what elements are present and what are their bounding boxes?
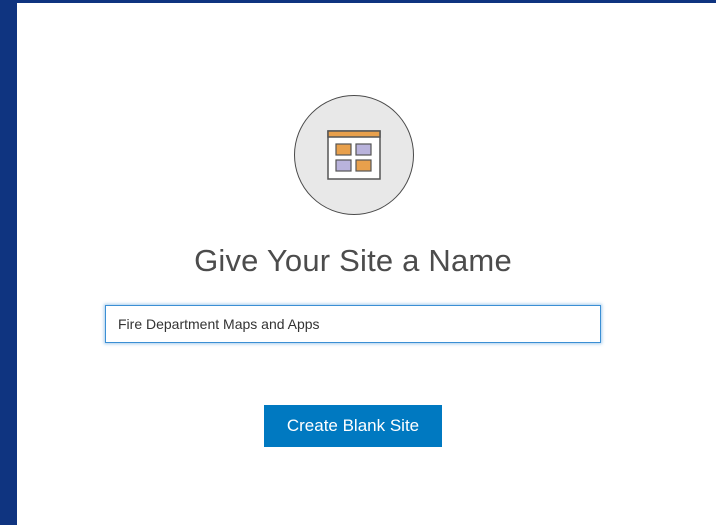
create-site-dialog: Give Your Site a Name Create Blank Site xyxy=(17,3,716,525)
create-blank-site-button[interactable]: Create Blank Site xyxy=(264,405,442,447)
site-name-input[interactable] xyxy=(105,305,601,343)
site-icon-circle xyxy=(294,95,414,215)
dialog-title: Give Your Site a Name xyxy=(194,243,512,278)
site-layout-icon xyxy=(327,130,381,180)
